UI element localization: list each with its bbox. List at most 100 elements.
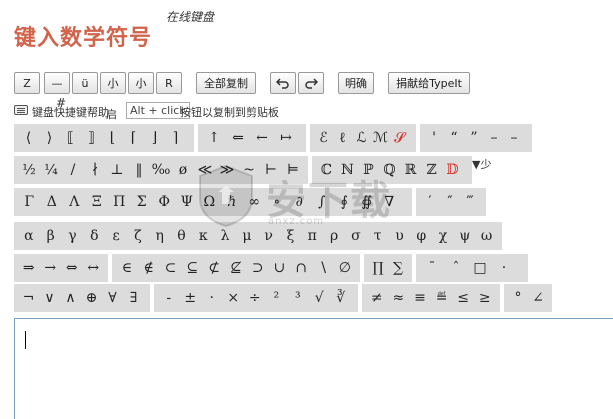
symbol-key[interactable]: √ bbox=[309, 285, 331, 311]
symbol-key[interactable]: ∏ bbox=[368, 255, 388, 281]
undo-button[interactable] bbox=[270, 72, 296, 94]
symbol-key[interactable]: ∂ bbox=[288, 189, 311, 215]
symbol-key[interactable]: ² bbox=[266, 285, 288, 311]
symbol-key[interactable]: ∤ bbox=[84, 157, 106, 183]
symbol-key[interactable]: ∮ bbox=[333, 189, 356, 215]
symbol-key[interactable]: ∛ bbox=[330, 285, 352, 311]
symbol-key[interactable]: ψ bbox=[454, 223, 476, 249]
symbol-key[interactable]: ℤ bbox=[421, 157, 442, 183]
symbol-key[interactable]: ∩ bbox=[290, 255, 312, 281]
symbol-key[interactable]: ° bbox=[508, 285, 528, 311]
symbol-key[interactable]: η bbox=[149, 223, 171, 249]
symbol-key[interactable]: – bbox=[504, 125, 524, 151]
symbol-key[interactable]: ‖ bbox=[128, 157, 150, 183]
symbol-key[interactable]: ≥ bbox=[474, 285, 496, 311]
symbol-key[interactable]: ⊆ bbox=[181, 255, 203, 281]
symbol-key[interactable]: ∇ bbox=[378, 189, 401, 215]
symbol-key[interactable]: ℂ bbox=[316, 157, 337, 183]
symbol-key[interactable]: ℓ bbox=[333, 125, 352, 151]
symbol-key[interactable]: ⌋ bbox=[144, 125, 165, 151]
symbol-key[interactable]: ∅ bbox=[334, 255, 356, 281]
symbol-key[interactable]: Ξ bbox=[86, 189, 109, 215]
symbol-key[interactable]: ~ bbox=[238, 157, 260, 183]
symbol-key[interactable]: 𝓢 bbox=[390, 125, 409, 151]
symbol-key[interactable]: ⇔ bbox=[61, 255, 83, 281]
symbol-key[interactable]: ∨ bbox=[39, 285, 60, 311]
symbol-key[interactable]: ← bbox=[250, 125, 274, 151]
symbol-key[interactable]: ″ bbox=[440, 189, 460, 215]
symbol-key[interactable]: ℝ bbox=[400, 157, 421, 183]
symbol-key[interactable]: 𝔻 bbox=[442, 157, 463, 183]
symbol-key[interactable]: ∯ bbox=[356, 189, 379, 215]
symbol-key[interactable]: ⊥ bbox=[106, 157, 128, 183]
symbol-key[interactable]: δ bbox=[83, 223, 105, 249]
symbol-key[interactable]: ⌊ bbox=[102, 125, 123, 151]
symbol-key[interactable]: ↔ bbox=[83, 255, 105, 281]
symbol-key[interactable]: ρ bbox=[323, 223, 345, 249]
symbol-key[interactable]: ℚ bbox=[379, 157, 400, 183]
mode-button-dash[interactable]: — bbox=[44, 72, 70, 94]
symbol-key[interactable]: ∫ bbox=[311, 189, 334, 215]
symbol-key[interactable]: ∧ bbox=[60, 285, 81, 311]
symbol-key[interactable]: θ bbox=[171, 223, 193, 249]
clear-button[interactable]: 明确 bbox=[338, 72, 374, 94]
symbol-key[interactable]: τ bbox=[367, 223, 389, 249]
symbol-key[interactable]: ∪ bbox=[269, 255, 291, 281]
mode-button-u[interactable]: ü bbox=[72, 72, 98, 94]
symbol-key[interactable]: ⟨ bbox=[18, 125, 39, 151]
symbol-key[interactable]: ⊃ bbox=[247, 255, 269, 281]
symbol-key[interactable]: ℒ bbox=[352, 125, 371, 151]
symbol-key[interactable]: ≫ bbox=[216, 157, 238, 183]
symbol-key[interactable]: χ bbox=[432, 223, 454, 249]
symbol-key[interactable]: ≪ bbox=[194, 157, 216, 183]
symbol-key[interactable]: α bbox=[18, 223, 40, 249]
symbol-key[interactable]: ÷ bbox=[244, 285, 266, 311]
symbol-key[interactable]: ∑ bbox=[388, 255, 408, 281]
symbol-key[interactable]: ↑ bbox=[202, 125, 226, 151]
symbol-key[interactable]: Ψ bbox=[176, 189, 199, 215]
symbol-key[interactable]: ∖ bbox=[312, 255, 334, 281]
symbol-key[interactable]: μ bbox=[236, 223, 258, 249]
mode-button-z[interactable]: Z bbox=[14, 72, 40, 94]
symbol-key[interactable]: ≝ bbox=[431, 285, 453, 311]
symbol-key[interactable]: ℏ bbox=[221, 189, 244, 215]
mode-button-r[interactable]: R bbox=[156, 72, 182, 94]
symbol-key[interactable]: × bbox=[223, 285, 245, 311]
symbol-key[interactable]: ∠ bbox=[528, 285, 548, 311]
symbol-key[interactable]: Ω bbox=[198, 189, 221, 215]
symbol-key[interactable]: ⊄ bbox=[203, 255, 225, 281]
symbol-key[interactable]: Φ bbox=[153, 189, 176, 215]
symbol-key[interactable]: ¬ bbox=[18, 285, 39, 311]
symbol-key[interactable]: Π bbox=[108, 189, 131, 215]
symbol-key[interactable]: ≠ bbox=[366, 285, 388, 311]
symbol-key[interactable]: Δ bbox=[41, 189, 64, 215]
symbol-key[interactable]: ≡ bbox=[409, 285, 431, 311]
symbol-key[interactable]: ⌉ bbox=[165, 125, 186, 151]
symbol-key[interactable]: ℙ bbox=[358, 157, 379, 183]
symbol-key[interactable]: ⊂ bbox=[160, 255, 182, 281]
symbol-key[interactable]: · bbox=[492, 255, 516, 281]
symbol-key[interactable]: Λ bbox=[63, 189, 86, 215]
symbol-key[interactable]: → bbox=[40, 255, 62, 281]
symbol-key[interactable]: ∉ bbox=[138, 255, 160, 281]
symbol-key[interactable]: ℰ bbox=[314, 125, 333, 151]
symbol-key[interactable]: ∘ bbox=[266, 189, 289, 215]
redo-button[interactable] bbox=[298, 72, 324, 94]
symbol-key[interactable]: λ bbox=[214, 223, 236, 249]
symbol-key[interactable]: β bbox=[40, 223, 62, 249]
symbol-key[interactable]: ζ bbox=[127, 223, 149, 249]
symbol-key[interactable]: ' bbox=[424, 125, 444, 151]
mode-button-small-1[interactable]: 小 bbox=[100, 72, 126, 94]
symbol-key[interactable]: ⟩ bbox=[39, 125, 60, 151]
less-toggle[interactable]: ▼少 bbox=[472, 156, 491, 172]
symbol-key[interactable]: “ bbox=[444, 125, 464, 151]
symbol-key[interactable]: ⊕ bbox=[81, 285, 102, 311]
symbol-key[interactable]: ≈ bbox=[388, 285, 410, 311]
symbol-key[interactable]: ∃ bbox=[123, 285, 144, 311]
symbol-key[interactable]: ‰ bbox=[150, 157, 172, 183]
symbol-key[interactable]: ‴ bbox=[460, 189, 480, 215]
symbol-key[interactable]: ∈ bbox=[116, 255, 138, 281]
shortcut-help-link[interactable]: 键盘快捷键帮助 bbox=[32, 104, 109, 120]
symbol-key[interactable]: ℳ bbox=[371, 125, 390, 151]
symbol-key[interactable]: ˆ bbox=[444, 255, 468, 281]
